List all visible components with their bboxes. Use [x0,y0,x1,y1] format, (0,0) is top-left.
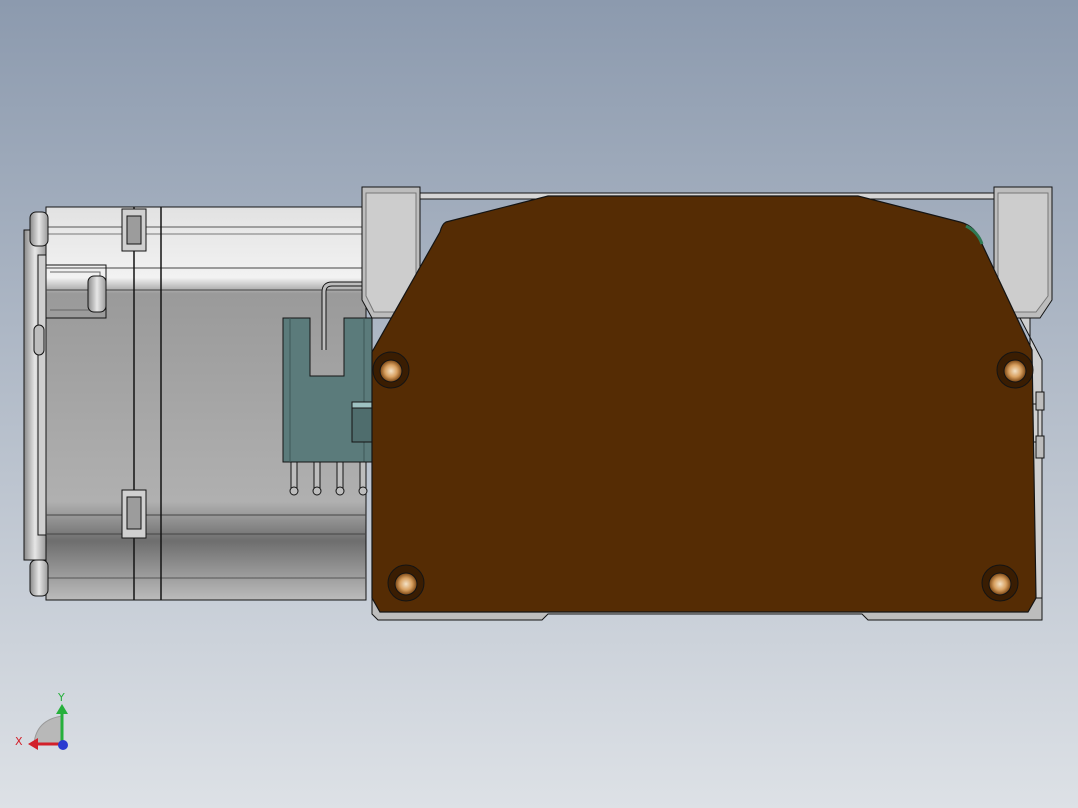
bolt-head-icon [87,275,107,313]
mounting-hole-icon [981,564,1019,602]
pcb-board [371,195,1037,613]
driver-pcb[interactable] [371,195,1037,613]
bolt-head-icon [29,211,49,247]
cad-viewport[interactable]: X Y [0,0,1078,808]
mounting-hole-icon [996,351,1034,389]
mounting-hole-icon [387,564,425,602]
triad-y-label: Y [57,691,65,704]
mounting-hole-icon [372,351,410,389]
triad-x-label: X [15,735,23,748]
bolt-head-icon [29,559,49,597]
